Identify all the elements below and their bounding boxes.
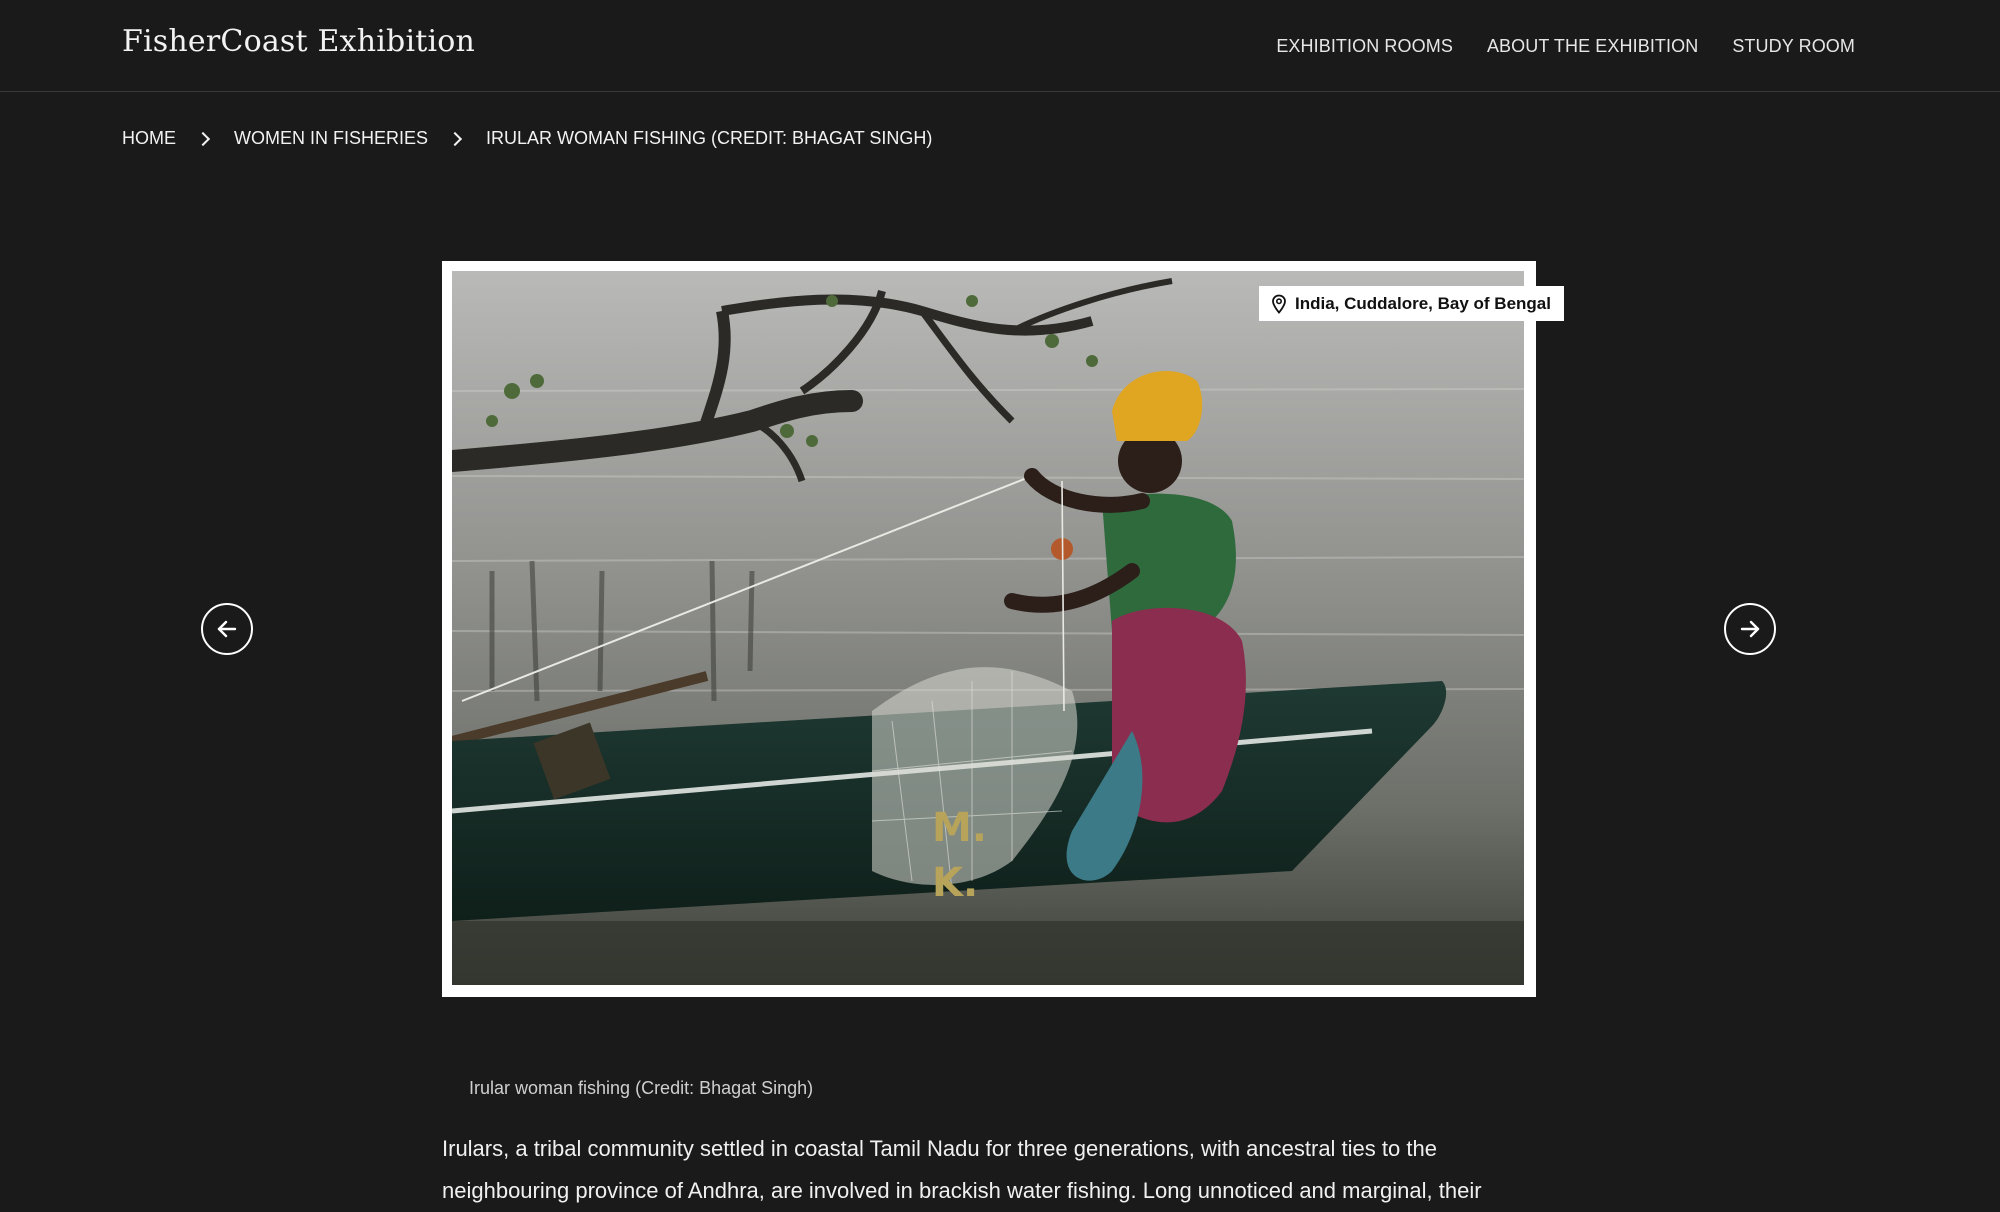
description-text: Irulars, a tribal community settled in c…	[442, 1136, 1482, 1203]
previous-image-button[interactable]	[201, 603, 253, 655]
breadcrumb-current-page: IRULAR WOMAN FISHING (CREDIT: BHAGAT SIN…	[486, 128, 933, 148]
nav-exhibition-rooms[interactable]: EXHIBITION ROOMS	[1276, 36, 1453, 57]
chevron-right-icon	[195, 131, 211, 146]
site-title[interactable]: FisherCoast Exhibition	[122, 24, 475, 59]
arrow-right-icon	[1740, 620, 1760, 638]
chevron-right-icon	[447, 131, 463, 146]
svg-text:M.: M.	[932, 805, 987, 851]
breadcrumb: HOME WOMEN IN FISHERIES IRULAR WOMAN FIS…	[122, 128, 932, 149]
next-image-button[interactable]	[1724, 603, 1776, 655]
location-tag: India, Cuddalore, Bay of Bengal	[1259, 286, 1564, 321]
main-nav: EXHIBITION ROOMS ABOUT THE EXHIBITION ST…	[1276, 36, 1855, 57]
image-frame: M. K.	[442, 261, 1536, 997]
arrow-left-icon	[217, 620, 237, 638]
breadcrumb-home[interactable]: HOME	[122, 128, 176, 149]
breadcrumb-women-in-fisheries[interactable]: WOMEN IN FISHERIES	[234, 128, 428, 149]
svg-text:K.: K.	[932, 860, 978, 906]
image-caption: Irular woman fishing (Credit: Bhagat Sin…	[469, 1078, 814, 1098]
map-pin-icon	[1272, 294, 1286, 314]
nav-about-the-exhibition[interactable]: ABOUT THE EXHIBITION	[1487, 36, 1698, 57]
nav-study-room[interactable]: STUDY ROOM	[1732, 36, 1855, 57]
photo-of-woman-fishing-from-boat[interactable]: M. K.	[452, 271, 1524, 985]
location-label: India, Cuddalore, Bay of Bengal	[1295, 293, 1551, 313]
top-bar: FisherCoast Exhibition EXHIBITION ROOMS …	[0, 0, 2000, 92]
